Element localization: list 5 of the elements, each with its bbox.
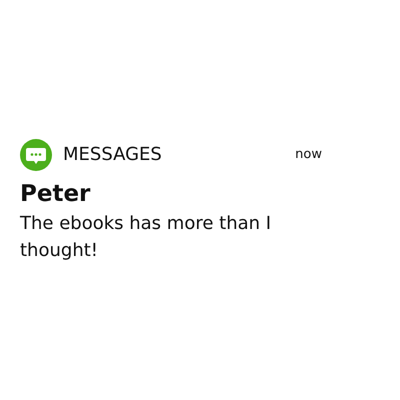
message-text: The ebooks has more than I thought!: [20, 212, 272, 263]
chat-bubble-icon: [20, 138, 52, 172]
sender-name: Peter: [20, 180, 92, 208]
app-name: MESSAGES: [63, 144, 163, 164]
timestamp: now: [295, 146, 322, 162]
